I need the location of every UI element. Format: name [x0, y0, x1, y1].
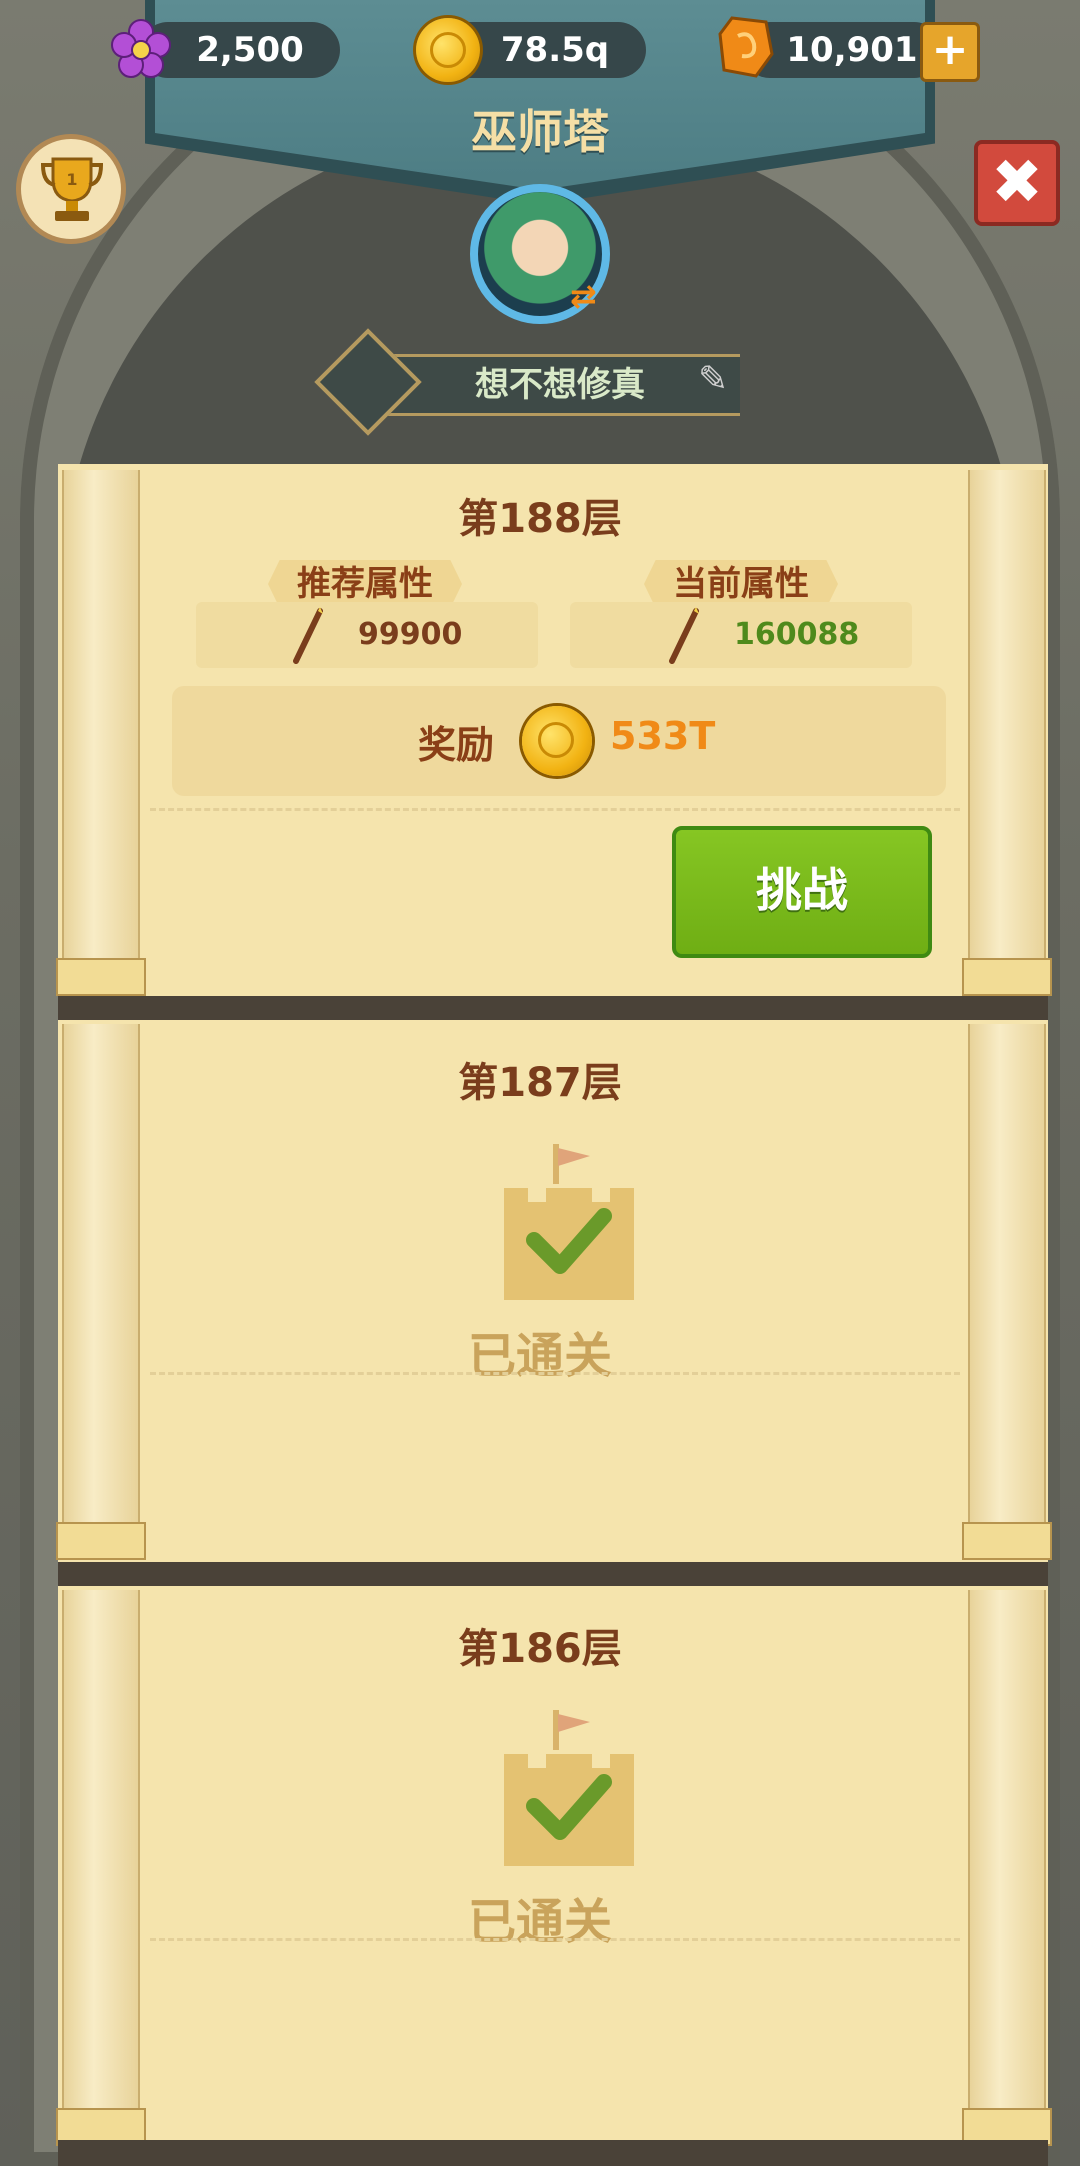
magic-wand-icon — [669, 607, 699, 664]
pillar-base — [962, 1522, 1052, 1560]
swap-avatar-icon[interactable]: ⇄ — [570, 280, 614, 312]
orange-gem-icon — [718, 16, 774, 78]
recommended-value: 99900 — [358, 617, 463, 652]
floor-title: 第188层 — [458, 496, 622, 542]
floor-divider-beam — [58, 2140, 1048, 2166]
close-icon: ✖ — [991, 145, 1043, 218]
floor-divider-beam — [58, 996, 1048, 1020]
cleared-castle-icon — [504, 1710, 634, 1866]
divider — [150, 1938, 960, 1941]
cleared-label: 已通关 — [467, 1894, 612, 1950]
pillar-base — [56, 1522, 146, 1560]
add-gems-button[interactable]: + — [920, 22, 980, 82]
svg-text:1: 1 — [66, 170, 77, 189]
page-title: 巫师塔 — [471, 105, 609, 159]
edit-name-icon[interactable]: ✎ — [698, 360, 738, 400]
floor-title: 第187层 — [458, 1060, 622, 1106]
close-button[interactable]: ✖ — [974, 140, 1060, 226]
gems-value: 2,500 — [196, 30, 304, 70]
floor-title: 第186层 — [458, 1626, 622, 1672]
reward-label: 奖励 — [418, 723, 495, 767]
gold-value: 78.5q — [500, 30, 610, 70]
divider — [150, 808, 960, 811]
player-name: 想不想修真 — [475, 365, 645, 405]
cleared-label: 已通关 — [467, 1328, 612, 1384]
magic-wand-icon — [293, 607, 323, 664]
current-label: 当前属性 — [644, 560, 838, 608]
orange-gem-value: 10,901 — [786, 30, 918, 70]
cleared-castle-icon — [504, 1144, 634, 1300]
reward-value: 533T — [610, 714, 716, 758]
divider — [150, 1372, 960, 1375]
leaderboard-button[interactable]: 1 — [16, 134, 126, 244]
recommended-label: 推荐属性 — [268, 560, 462, 608]
player-name-bar: 想不想修真 — [380, 354, 740, 416]
pillar-base — [56, 958, 146, 996]
pillar-base — [962, 958, 1052, 996]
current-value: 160088 — [734, 617, 860, 652]
trophy-icon: 1 — [40, 157, 104, 221]
gold-coin-icon — [416, 18, 480, 82]
flower-gem-icon — [111, 19, 171, 78]
gold-coin-icon — [522, 706, 592, 776]
challenge-button[interactable]: 挑战 — [672, 826, 932, 958]
floor-divider-beam — [58, 1562, 1048, 1586]
